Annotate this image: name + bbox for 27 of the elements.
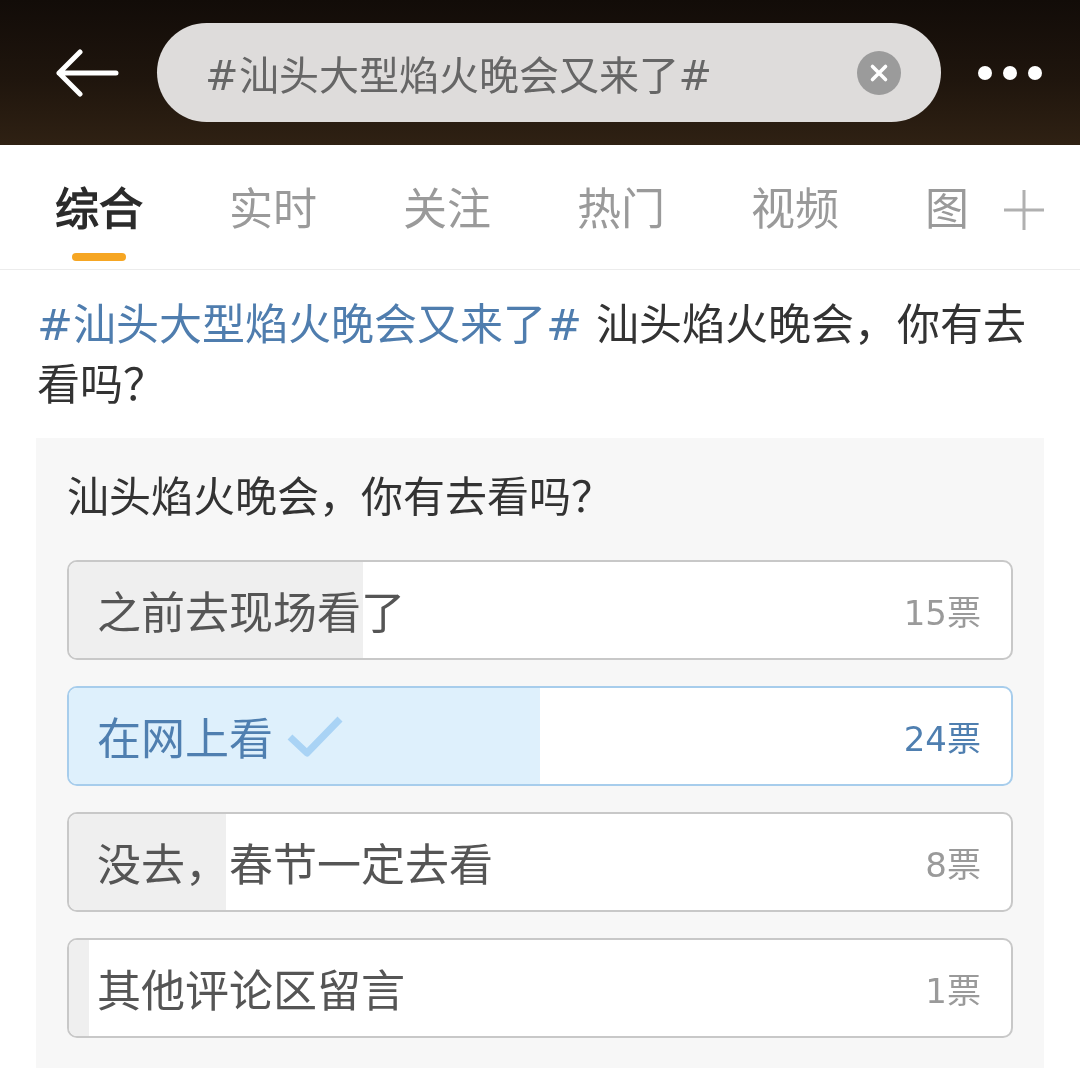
vote-count: 24票 <box>903 717 981 761</box>
clear-icon[interactable] <box>857 50 901 95</box>
tab-indicator <box>72 253 126 261</box>
tab[interactable]: 实时 <box>229 145 317 235</box>
tab[interactable]: 图 <box>925 145 969 235</box>
tab[interactable]: 视频 <box>751 145 839 235</box>
poll-option[interactable]: 在网上看 24票 <box>67 686 1013 786</box>
back-icon[interactable] <box>55 48 119 97</box>
check-icon <box>287 715 343 757</box>
option-label: 在网上看 <box>97 713 273 767</box>
vote-count: 8票 <box>925 843 981 887</box>
vote-count: 15票 <box>903 591 981 635</box>
more-icon[interactable] <box>978 65 1042 80</box>
post-text: #汕头大型焰火晚会又来了# 汕头焰火晚会，你有去看吗？ <box>36 299 1027 412</box>
vote-count: 1票 <box>925 969 981 1013</box>
tab[interactable]: 关注 <box>403 145 491 235</box>
search-field[interactable]: #汕头大型焰火晚会又来了# <box>157 23 941 122</box>
poll-option[interactable]: 其他评论区留言 1票 <box>67 938 1013 1038</box>
poll-option[interactable]: 没去，春节一定去看 8票 <box>67 812 1013 912</box>
tab[interactable]: 热门 <box>577 145 665 235</box>
option-label: 其他评论区留言 <box>97 965 405 1019</box>
poll-question: 汕头焰火晚会，你有去看吗？ <box>67 472 614 524</box>
hashtag-link[interactable]: #汕头大型焰火晚会又来了# <box>37 300 583 350</box>
option-label: 没去，春节一定去看 <box>97 839 493 893</box>
tab[interactable]: 综合 <box>55 145 143 261</box>
poll-option[interactable]: 之前去现场看了 15票 <box>67 560 1013 660</box>
option-label: 之前去现场看了 <box>97 587 405 641</box>
